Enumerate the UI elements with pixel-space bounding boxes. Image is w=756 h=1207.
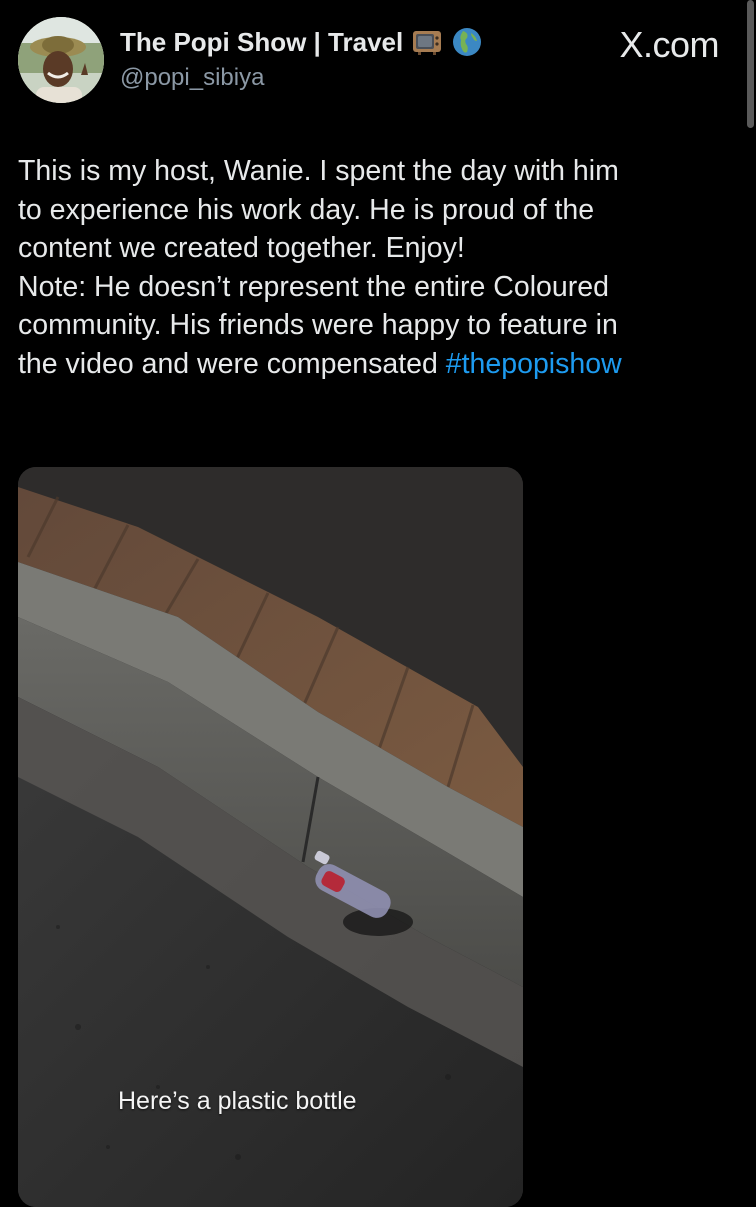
- video-caption: Here’s a plastic bottle: [118, 1087, 357, 1115]
- author-name[interactable]: The Popi Show | Travel: [120, 26, 483, 58]
- tweet-line: content we created together. Enjoy!: [18, 232, 465, 264]
- hashtag-link[interactable]: #thepopishow: [446, 348, 622, 380]
- tweet-line: community. His friends were happy to fea…: [18, 309, 618, 341]
- tweet-header: The Popi Show | Travel @popi_sibiya X.co…: [0, 0, 756, 120]
- tweet-line: Note: He doesn’t represent the entire Co…: [18, 270, 609, 303]
- source-label: X.com: [619, 24, 719, 65]
- tweet-text: This is my host, Wanie. I spent the day …: [18, 152, 743, 383]
- globe-icon: [451, 26, 483, 58]
- avatar[interactable]: [18, 17, 104, 103]
- tweet-line: the video and were compensated: [18, 347, 446, 380]
- video-thumbnail[interactable]: Here’s a plastic bottle: [18, 467, 523, 1207]
- author-name-text: The Popi Show | Travel: [120, 26, 404, 57]
- author-handle[interactable]: @popi_sibiya: [120, 64, 264, 92]
- tweet-line: This is my host, Wanie. I spent the day …: [18, 155, 619, 187]
- scrollbar[interactable]: [747, 0, 754, 128]
- tv-icon: [411, 26, 443, 58]
- tweet-line: to experience his work day. He is proud …: [18, 193, 595, 226]
- tweet-line-last: the video and were compensated #thepopis…: [18, 345, 743, 384]
